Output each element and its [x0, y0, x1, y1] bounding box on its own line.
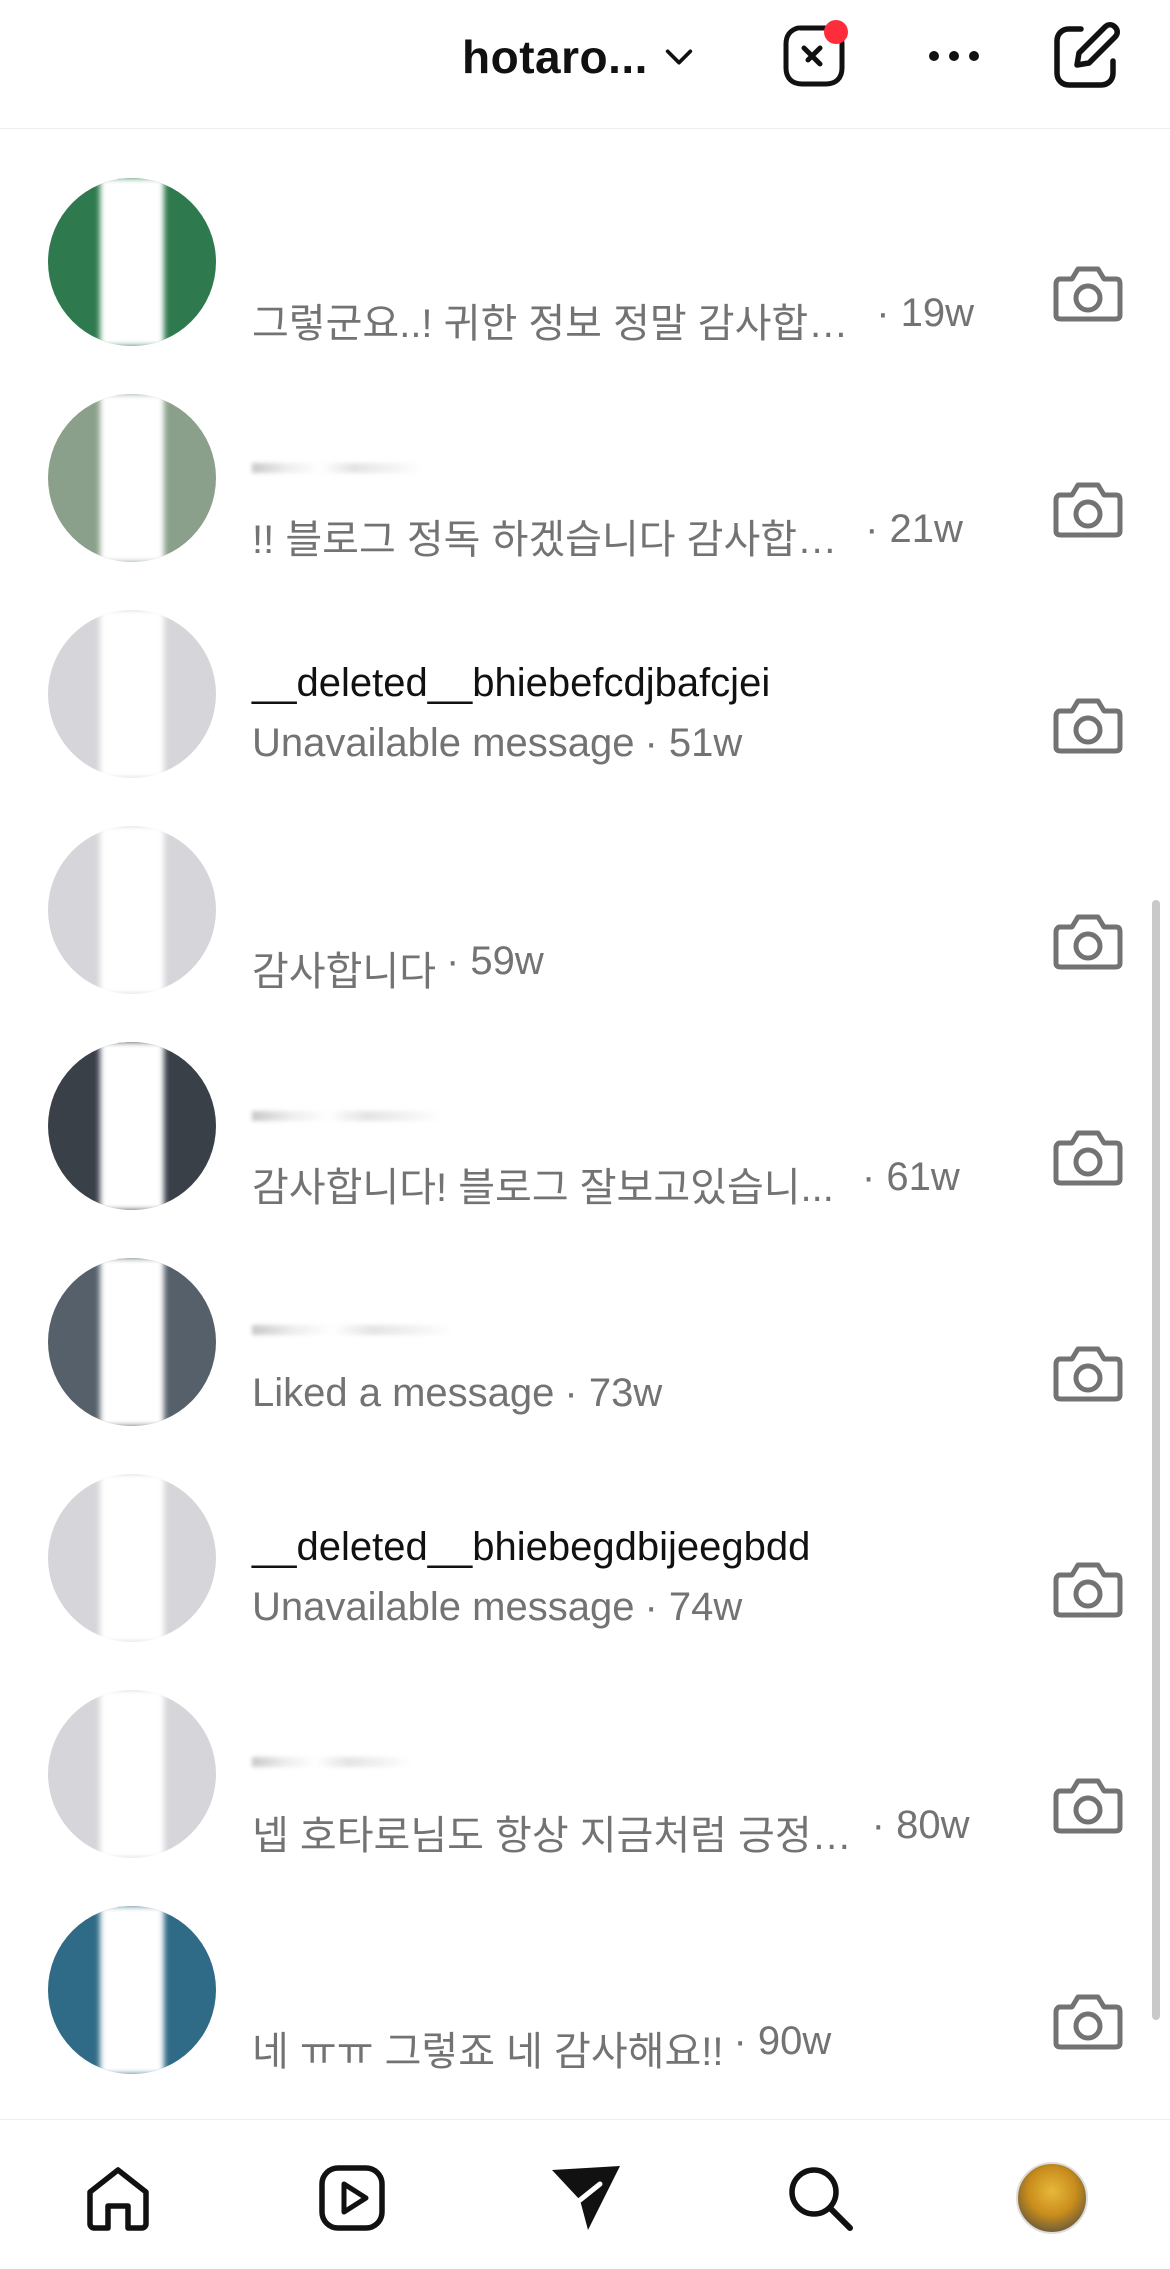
app: hotaro... 그렇군요..! 귀한 정보 정말 감사합… · 19w !!… — [0, 0, 1170, 2269]
account-switcher[interactable]: hotaro... — [462, 24, 696, 90]
name-redacted — [252, 1325, 452, 1335]
avatar — [48, 1690, 216, 1858]
message-preview: Liked a message · 73w — [252, 1371, 663, 1415]
top-bar: hotaro... — [0, 0, 1170, 129]
message-preview: 감사합니다 · 59w — [252, 939, 544, 994]
camera-icon[interactable] — [1052, 1773, 1124, 1837]
profile-avatar — [1016, 2162, 1088, 2234]
name-redacted — [252, 1757, 412, 1767]
camera-icon[interactable] — [1052, 1341, 1124, 1405]
conversation-name: __deleted__bhiebefcdjbafcjei — [252, 661, 771, 705]
notification-dot — [824, 20, 848, 44]
account-name: hotaro... — [462, 31, 648, 83]
conversation-row[interactable]: 감사합니다 · 59w — [0, 805, 1170, 1021]
nav-profile[interactable] — [1014, 2160, 1090, 2236]
messages-icon — [552, 2166, 620, 2230]
nav-messages[interactable] — [548, 2160, 624, 2236]
avatar — [48, 394, 216, 562]
conversation-row[interactable]: Liked a message · 73w — [0, 1237, 1170, 1453]
message-preview: 네 ㅠㅠ 그렇죠 네 감사해요!! · 90w — [252, 2019, 832, 2074]
conversation-row[interactable]: __deleted__bhiebefcdjbafcjei Unavailable… — [0, 589, 1170, 805]
avatar — [48, 1474, 216, 1642]
conversation-row[interactable]: 그렇군요..! 귀한 정보 정말 감사합… · 19w — [0, 157, 1170, 373]
camera-icon[interactable] — [1052, 477, 1124, 541]
conversation-row[interactable]: 넵 호타로님도 항상 지금처럼 긍정… · 80w — [0, 1669, 1170, 1885]
conversation-name: __deleted__bhiebegdbijeegbdd — [252, 1525, 811, 1569]
conversation-list: 그렇군요..! 귀한 정보 정말 감사합… · 19w !! 블로그 정독 하겠… — [0, 129, 1170, 2129]
conversation-row[interactable]: 네 ㅠㅠ 그렇죠 네 감사해요!! · 90w — [0, 1885, 1170, 2101]
search-icon — [789, 2167, 853, 2231]
camera-icon[interactable] — [1052, 693, 1124, 757]
message-preview: Unavailable message · 74w — [252, 1585, 743, 1629]
nav-home[interactable] — [80, 2160, 156, 2236]
compose-icon — [1054, 22, 1120, 88]
camera-icon[interactable] — [1052, 1989, 1124, 2053]
bottom-nav — [0, 2119, 1170, 2269]
name-redacted — [252, 463, 422, 473]
conversation-row[interactable]: __deleted__bhiebegdbijeegbdd Unavailable… — [0, 1453, 1170, 1669]
nav-search[interactable] — [782, 2160, 858, 2236]
avatar — [48, 826, 216, 994]
message-preview: Unavailable message · 51w — [252, 721, 743, 765]
message-preview: 감사합니다! 블로그 잘보고있습니... · 61w — [252, 1155, 960, 1210]
avatar — [48, 610, 216, 778]
home-icon — [87, 2167, 149, 2231]
avatar — [48, 1258, 216, 1426]
conversation-row[interactable]: !! 블로그 정독 하겠습니다 감사합… · 21w — [0, 373, 1170, 589]
reels-icon — [319, 2165, 385, 2231]
message-preview: 넵 호타로님도 항상 지금처럼 긍정… · 80w — [252, 1803, 970, 1858]
camera-icon[interactable] — [1052, 1557, 1124, 1621]
name-redacted — [252, 1111, 442, 1121]
conversation-row[interactable]: 감사합니다! 블로그 잘보고있습니... · 61w — [0, 1021, 1170, 1237]
chevron-down-icon — [665, 49, 693, 65]
avatar — [48, 1906, 216, 2074]
camera-icon[interactable] — [1052, 1125, 1124, 1189]
nav-reels[interactable] — [314, 2160, 390, 2236]
more-options-button[interactable] — [918, 20, 990, 92]
notes-button[interactable] — [778, 20, 850, 92]
scrollbar[interactable] — [1152, 900, 1160, 2020]
avatar — [48, 178, 216, 346]
compose-button[interactable] — [1050, 20, 1122, 92]
more-icon — [929, 51, 979, 61]
camera-icon[interactable] — [1052, 261, 1124, 325]
camera-icon[interactable] — [1052, 909, 1124, 973]
message-preview: 그렇군요..! 귀한 정보 정말 감사합… · 19w — [252, 291, 975, 346]
message-preview: !! 블로그 정독 하겠습니다 감사합… · 21w — [252, 507, 963, 562]
avatar — [48, 1042, 216, 1210]
